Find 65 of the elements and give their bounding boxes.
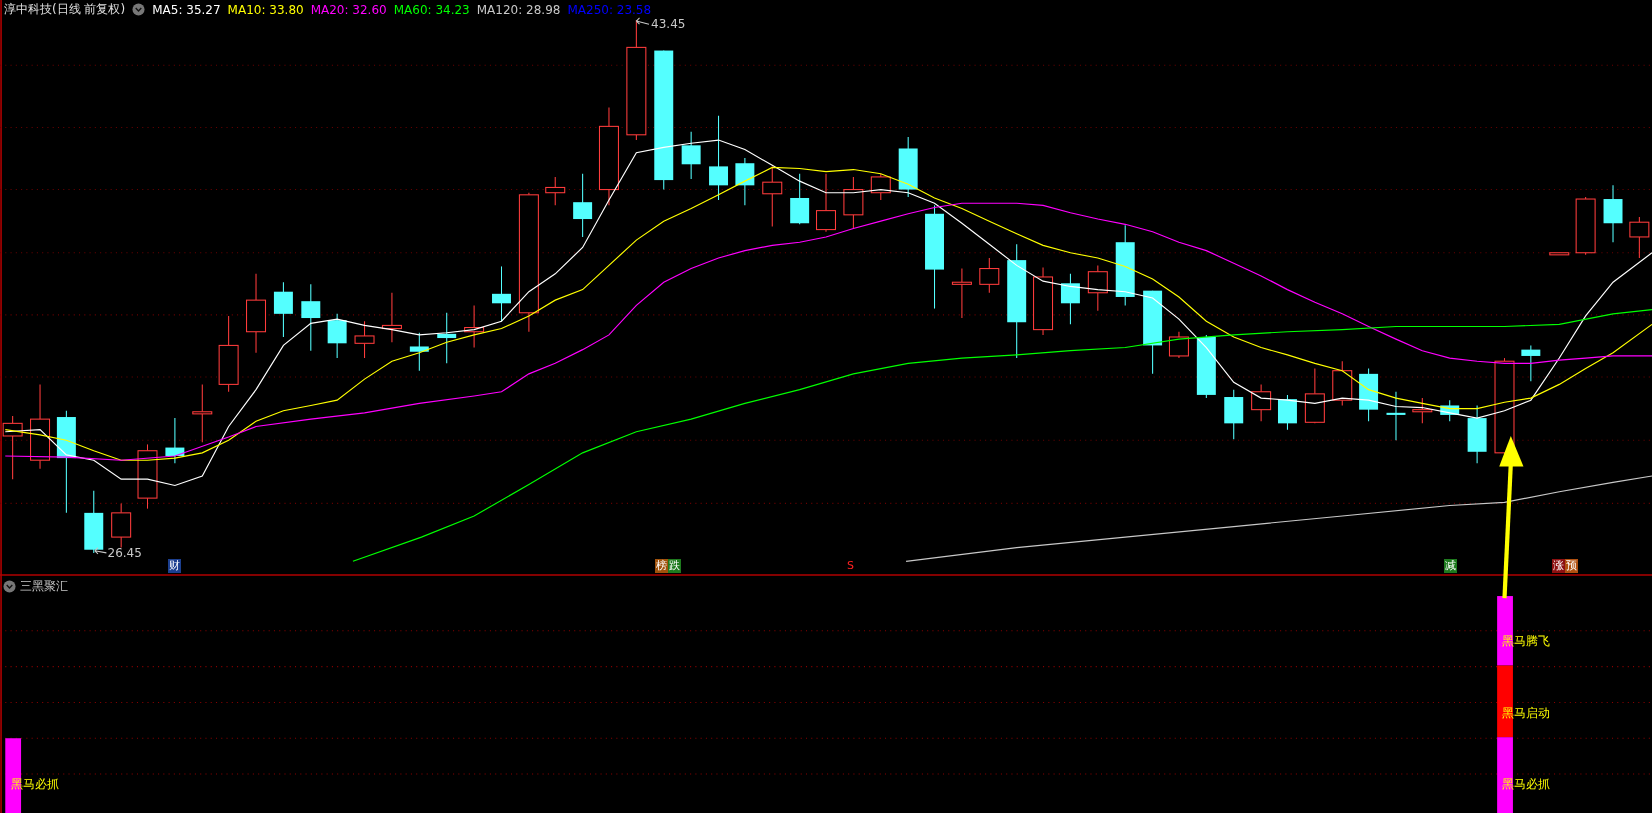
candlestick (979, 257, 1000, 294)
signal-marker: 跌 (668, 559, 681, 574)
candlestick (492, 265, 511, 322)
candlestick (1575, 196, 1596, 256)
candlestick (843, 176, 864, 230)
candlestick (137, 443, 158, 510)
candlestick (1251, 383, 1272, 422)
candlestick (165, 417, 185, 464)
moving-average-value: MA250: 23.58 (567, 2, 652, 17)
candlestick (1412, 397, 1433, 424)
candlestick (545, 176, 566, 206)
candlestick (409, 332, 429, 372)
signal-marker: 榜 (655, 559, 669, 574)
dropdown-icon[interactable] (132, 3, 146, 16)
candlestick (1603, 184, 1623, 243)
candlestick (84, 490, 104, 554)
candlestick (327, 313, 347, 359)
moving-average-value: MA5: 35.27 (152, 2, 221, 17)
candlestick (192, 383, 213, 443)
candlestick (1196, 334, 1216, 399)
price-label: 26.45 (107, 545, 142, 560)
moving-average-value: MA10: 33.80 (227, 2, 304, 17)
candlestick (1521, 344, 1541, 382)
leader-line (635, 17, 650, 25)
candlestick (111, 502, 132, 549)
candlestick (816, 173, 836, 233)
candlestick (790, 173, 810, 225)
candlestick (1278, 394, 1297, 431)
stock-title: 淳中科技(日线 前复权) (4, 1, 126, 18)
candlestick (1060, 273, 1080, 325)
candlestick (762, 165, 783, 227)
signal-marker: 减 (1444, 559, 1458, 574)
moving-average-value: MA60: 34.23 (393, 2, 470, 17)
candlestick (898, 136, 918, 198)
candlestick (681, 131, 701, 180)
candlestick (464, 304, 485, 349)
candlestick (1332, 360, 1353, 406)
candlestick (437, 312, 457, 364)
candlestick (735, 157, 755, 206)
candlestick (1359, 368, 1379, 422)
candlestick (301, 283, 321, 352)
candlestick (1087, 264, 1108, 312)
dropdown-icon[interactable] (3, 580, 17, 594)
candlestick (1033, 266, 1054, 336)
candlestick (951, 268, 972, 319)
moving-average-value: MA120: 28.98 (476, 2, 561, 17)
signal-marker: 涨 (1551, 559, 1565, 574)
candlestick (573, 173, 593, 238)
price-label: 43.45 (651, 16, 686, 31)
candlestick (1386, 391, 1406, 441)
candlestick (1304, 368, 1325, 424)
signal-marker: 财 (167, 559, 181, 574)
candlestick (1467, 404, 1487, 464)
candlestick (1224, 389, 1244, 440)
indicator-title: 三黑聚汇 (20, 578, 69, 596)
leader-line (94, 547, 107, 555)
candlestick (273, 281, 293, 338)
candlestick (381, 292, 402, 343)
moving-average-value: MA20: 32.60 (310, 2, 387, 17)
candlestick (354, 320, 375, 359)
signal-marker: S (846, 559, 855, 574)
candlestick (1168, 331, 1189, 359)
candlestick (1440, 399, 1460, 422)
candlestick (1549, 252, 1570, 256)
candlestick (870, 173, 891, 201)
